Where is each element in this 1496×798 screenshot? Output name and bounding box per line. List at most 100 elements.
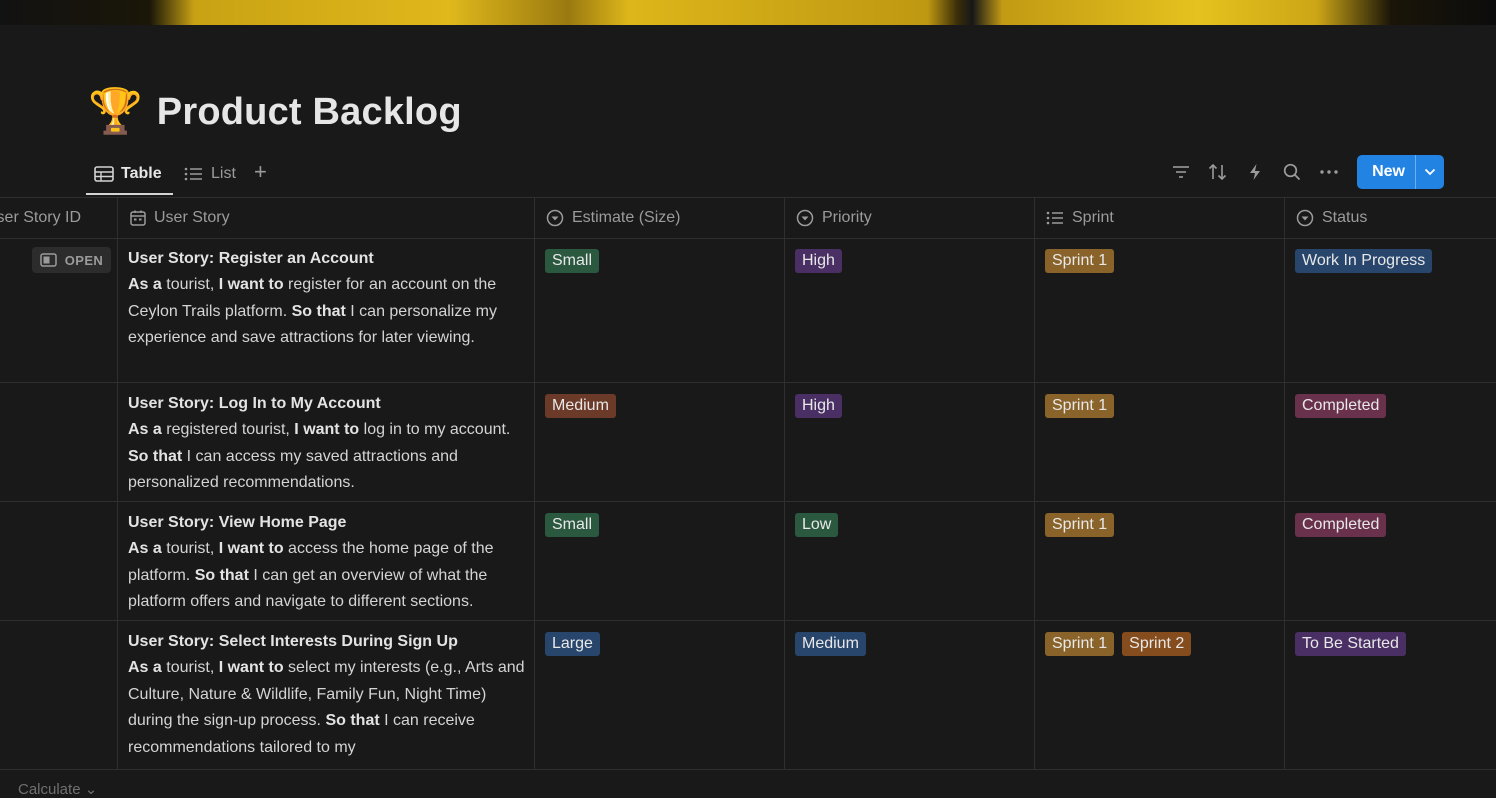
story-want-label: I want to [294, 421, 360, 439]
multi-select-icon [1046, 211, 1063, 224]
sort-button[interactable] [1199, 156, 1236, 188]
story-want-label: I want to [218, 276, 284, 294]
story-want-label: I want to [218, 659, 284, 677]
row-divider [0, 501, 1496, 502]
column-header-user-story[interactable]: User Story [130, 197, 230, 238]
estimate-tag: Small [545, 249, 600, 273]
sprint-tag: Sprint 1 [1045, 394, 1115, 418]
estimate-cell[interactable]: Large [545, 631, 608, 657]
column-divider [1034, 197, 1035, 769]
tab-list[interactable]: List [184, 161, 236, 187]
sprint-tag: Sprint 1 [1045, 632, 1115, 656]
column-divider [784, 197, 785, 769]
story-so-label: So that [128, 447, 183, 465]
column-header-priority[interactable]: Priority [796, 197, 872, 238]
automation-lightning-icon [1249, 164, 1260, 180]
list-icon [184, 167, 202, 181]
priority-tag: High [795, 394, 842, 418]
priority-tag: Medium [795, 632, 866, 656]
story-so-label: So that [325, 712, 380, 730]
open-label: OPEN [64, 252, 104, 268]
sprint-tag: Sprint 1 [1045, 249, 1115, 273]
priority-cell[interactable]: High [795, 393, 850, 419]
row-divider [0, 382, 1496, 383]
add-view-button[interactable]: + [254, 159, 267, 185]
filter-button[interactable] [1162, 156, 1199, 188]
tab-list-label: List [211, 165, 236, 182]
status-tag: Completed [1295, 513, 1387, 537]
cover-image [0, 0, 1496, 25]
status-tag: To Be Started [1295, 632, 1406, 656]
priority-cell[interactable]: Medium [795, 631, 874, 657]
new-button-group: New [1357, 155, 1444, 189]
user-story-cell[interactable]: User Story: Register an Account As a tour… [128, 246, 528, 352]
status-cell[interactable]: Work In Progress [1295, 248, 1440, 274]
estimate-cell[interactable]: Medium [545, 393, 624, 419]
estimate-tag: Small [545, 513, 600, 537]
tab-table[interactable]: Table [94, 161, 162, 187]
story-as-text: tourist, [161, 276, 219, 294]
column-header-label: User Story [154, 208, 230, 226]
page-title: Product Backlog [156, 90, 462, 133]
user-story-title: User Story: Log In to My Account [128, 395, 381, 412]
estimate-tag: Medium [545, 394, 616, 418]
status-tag: Completed [1295, 394, 1387, 418]
priority-cell[interactable]: High [795, 248, 850, 274]
sprint-cell[interactable]: Sprint 1 Sprint 2 [1045, 631, 1199, 657]
sprint-tag: Sprint 1 [1045, 513, 1115, 537]
automation-button[interactable] [1236, 156, 1273, 188]
new-button[interactable]: New [1357, 155, 1415, 189]
toolbar: New [1162, 155, 1444, 189]
view-bar: Table List + New [86, 155, 1444, 196]
status-tag: Work In Progress [1295, 249, 1433, 273]
column-header-user-story-id[interactable]: User Story ID [0, 197, 115, 238]
new-dropdown-button[interactable] [1415, 155, 1444, 189]
story-so-label: So that [291, 302, 346, 320]
story-as-text: tourist, [161, 659, 219, 677]
story-as-text: tourist, [161, 540, 219, 558]
more-options-button[interactable] [1310, 156, 1347, 188]
calculate-button[interactable]: Calculate ⌄ [18, 780, 97, 798]
user-story-cell[interactable]: User Story: View Home Page As a tourist, … [128, 510, 528, 616]
priority-tag: Low [795, 513, 839, 537]
column-divider [117, 197, 118, 769]
priority-cell[interactable]: Low [795, 512, 846, 538]
estimate-cell[interactable]: Small [545, 248, 607, 274]
search-button[interactable] [1273, 156, 1310, 188]
user-story-title: User Story: Register an Account [128, 250, 374, 267]
status-cell[interactable]: Completed [1295, 393, 1394, 419]
sort-icon [1208, 163, 1226, 181]
sprint-cell[interactable]: Sprint 1 [1045, 512, 1122, 538]
search-icon [1283, 163, 1300, 181]
sprint-cell[interactable]: Sprint 1 [1045, 393, 1122, 419]
user-story-cell[interactable]: User Story: Log In to My Account As a reg… [128, 391, 528, 497]
header-bottom-border [0, 238, 1496, 239]
filter-icon [1172, 166, 1189, 178]
estimate-cell[interactable]: Small [545, 512, 607, 538]
row-divider [0, 620, 1496, 621]
status-cell[interactable]: To Be Started [1295, 631, 1414, 657]
story-as-label: As a [128, 659, 162, 677]
column-header-label: Status [1322, 208, 1368, 226]
open-row-button[interactable]: OPEN [32, 247, 111, 273]
tab-table-label: Table [121, 165, 162, 182]
active-tab-underline [86, 193, 173, 195]
table-footer: Calculate ⌄ [0, 769, 1496, 798]
column-header-label: Estimate (Size) [572, 208, 681, 226]
story-as-label: As a [128, 276, 162, 294]
select-icon [796, 209, 814, 226]
sprint-cell[interactable]: Sprint 1 [1045, 248, 1122, 274]
user-story-cell[interactable]: User Story: Select Interests During Sign… [128, 629, 528, 769]
column-header-estimate[interactable]: Estimate (Size) [546, 197, 680, 238]
story-as-label: As a [128, 540, 162, 558]
column-header-sprint[interactable]: Sprint [1046, 197, 1114, 238]
more-options-icon [1319, 170, 1338, 174]
column-header-status[interactable]: Status [1296, 197, 1367, 238]
story-as-label: As a [128, 421, 162, 439]
status-cell[interactable]: Completed [1295, 512, 1394, 538]
user-story-title: User Story: Select Interests During Sign… [128, 633, 458, 650]
priority-tag: High [795, 249, 842, 273]
page-header: 🏆 Product Backlog [88, 88, 462, 136]
column-header-label: Sprint [1072, 208, 1114, 226]
calendar-icon [130, 210, 146, 226]
